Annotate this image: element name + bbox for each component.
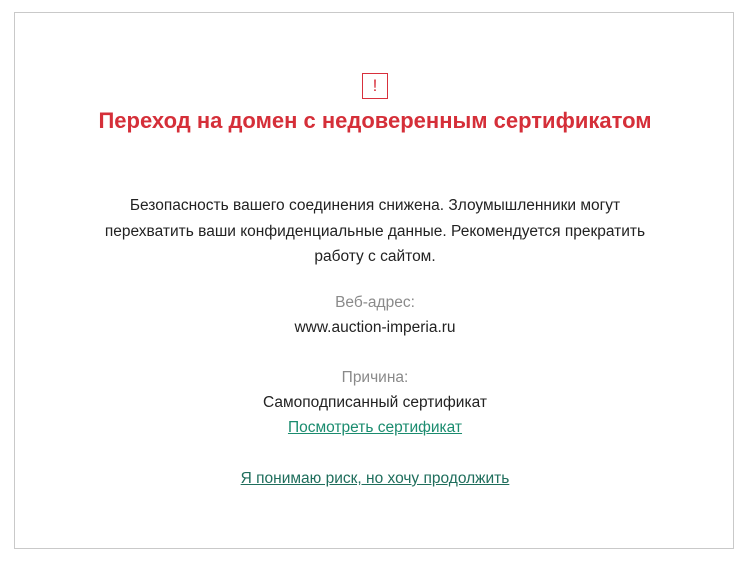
view-certificate-link[interactable]: Посмотреть сертификат xyxy=(288,419,462,436)
continue-anyway-link[interactable]: Я понимаю риск, но хочу продолжить xyxy=(241,470,510,487)
exclamation-icon: ! xyxy=(362,73,388,99)
reason-value: Самоподписанный сертификат xyxy=(263,394,487,411)
address-label: Веб-адрес: xyxy=(335,294,415,311)
address-value: www.auction-imperia.ru xyxy=(294,319,456,336)
view-certificate-link-row: Посмотреть сертификат xyxy=(15,418,735,438)
reason-label: Причина: xyxy=(341,369,409,386)
page-title: Переход на домен с недоверенным сертифик… xyxy=(98,108,652,133)
warning-panel: ! Переход на домен с недоверенным сертиф… xyxy=(14,12,734,549)
warning-description: Безопасность вашего соединения снижена. … xyxy=(104,197,646,265)
continue-link-row: Я понимаю риск, но хочу продолжить xyxy=(15,469,735,489)
